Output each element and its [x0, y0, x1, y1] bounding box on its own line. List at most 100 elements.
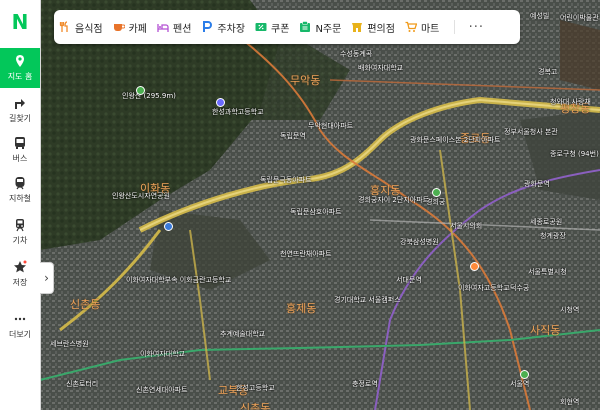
sidebar-item-label: 기차 — [12, 236, 28, 245]
sidebar-item-more[interactable]: 더보기 — [0, 306, 40, 346]
place-label: 인왕산도시자연공원 — [112, 192, 170, 200]
place-label: 충정로역 — [352, 380, 378, 388]
place-label: 청계광장 — [540, 232, 566, 240]
place-label: 독립문극동아파트 — [260, 176, 312, 184]
category-mart[interactable]: 마트 — [400, 10, 444, 44]
poi-pin[interactable] — [520, 370, 529, 379]
toolbar-divider — [454, 20, 456, 34]
place-label: 경희궁자이 2단지아파트 — [358, 196, 430, 204]
category-label: 주차장 — [217, 23, 246, 35]
sidebar-item-label: 저장 — [12, 278, 28, 287]
sidebar-item-subway[interactable]: 지하철 — [0, 170, 40, 210]
place-label: 회현역 — [560, 398, 580, 406]
area-label: 신촌동 — [70, 298, 101, 311]
parking-icon — [201, 21, 213, 33]
poi-pin[interactable] — [164, 222, 173, 231]
place-label: 광화문역 — [524, 180, 550, 188]
panel-toggle-button[interactable]: › — [40, 262, 54, 294]
place-label: 광화문스페이스본 2단지아파트 — [410, 136, 501, 144]
bed-icon — [157, 21, 169, 33]
cafe-icon — [113, 21, 125, 33]
place-label: 서울역 — [510, 380, 530, 388]
poi-pin[interactable] — [216, 98, 225, 107]
order-icon — [299, 21, 311, 33]
area-label: 무악동 — [290, 74, 321, 87]
sidebar-item-label: 버스 — [12, 154, 28, 163]
place-label: 종로구청 (94번) — [550, 150, 599, 158]
category-convenience-store[interactable]: 편의점 — [346, 10, 400, 44]
category-label: 쿠폰 — [271, 23, 290, 35]
place-label: 시청역 — [560, 306, 580, 314]
category-label: 카페 — [128, 23, 148, 35]
area-label: 신촌동 — [240, 402, 271, 410]
place-label: 덕수궁 — [510, 284, 530, 292]
place-label: 세브란스병원 — [50, 340, 89, 348]
convenience-store-icon — [351, 21, 363, 33]
place-label: 세종로공원 — [530, 218, 563, 226]
place-label: 한성과학고등학교 — [212, 108, 264, 116]
place-label: 이화여자대학부속 이화금란고등학교 — [126, 276, 232, 284]
star-icon — [13, 260, 27, 274]
place-label: 한성고등학교 — [236, 384, 275, 392]
place-label: 무악현대아파트 — [308, 122, 354, 130]
place-label: 서울특별시청 — [528, 268, 567, 276]
cart-icon — [405, 21, 417, 33]
sidebar-item-saved[interactable]: 저장 — [0, 254, 40, 294]
sidebar-item-label: 지도 홈 — [7, 72, 33, 81]
sidebar-item-label: 지하철 — [8, 194, 32, 203]
poi-pin[interactable] — [136, 86, 145, 95]
category-n-order[interactable]: N주문 — [294, 10, 346, 44]
place-label: 경복고 — [538, 68, 558, 76]
category-cafe[interactable]: 카페 — [108, 10, 152, 44]
place-label: 신촌로터리 — [66, 380, 99, 388]
place-label: 인왕산 (295.9m) — [122, 92, 176, 100]
place-label: 천연뜨란채아파트 — [280, 250, 332, 258]
place-label: 예성빌 — [530, 12, 550, 20]
category-label: 마트 — [420, 23, 440, 35]
bus-icon — [13, 136, 27, 150]
location-pin-icon — [13, 54, 27, 68]
category-pension[interactable]: 펜션 — [152, 10, 196, 44]
sidebar-item-label: 더보기 — [8, 330, 32, 339]
directions-arrow-icon — [13, 96, 27, 110]
category-restaurant[interactable]: 음식점 — [54, 10, 108, 44]
category-label: 편의점 — [367, 23, 395, 35]
naver-logo[interactable]: N — [0, 0, 40, 44]
train-icon — [13, 218, 27, 232]
place-label: 이화여자고등학교 — [458, 284, 510, 292]
sidebar-item-label: 길찾기 — [8, 114, 32, 123]
place-label: 독립문삼호아파트 — [290, 208, 342, 216]
area-label: 사직동 — [530, 324, 561, 337]
place-label: 이화여자대학교 — [140, 350, 186, 358]
more-categories-button[interactable]: ··· — [461, 10, 491, 44]
chevron-right-icon: › — [44, 271, 49, 285]
area-label: 홍제동 — [286, 302, 317, 315]
place-label: 서울시의회 — [450, 222, 483, 230]
category-label: 음식점 — [75, 23, 103, 35]
place-label: 정부서울청사 본관 — [504, 128, 558, 136]
sidebar-item-directions[interactable]: 길찾기 — [0, 90, 40, 130]
place-label: 독립문역 — [280, 132, 306, 140]
place-label: 배화여자대학교 — [358, 64, 404, 72]
category-label: 펜션 — [173, 23, 192, 35]
category-toolbar: 음식점 카페 펜션 주차장 쿠폰 N주문 편의점 마트 ··· — [54, 10, 520, 44]
poi-pin[interactable] — [432, 188, 441, 197]
satellite-map[interactable]: 무악동 신촌동 홍제동 신촌동 홍지동 평창동 종로동 사직동 교북동 이화동 … — [40, 0, 600, 410]
place-label: 수성동계곡 — [340, 50, 373, 58]
sidebar-item-train[interactable]: 기차 — [0, 212, 40, 252]
place-label: 어린이박물관 — [560, 14, 599, 22]
place-label: 신촌연세대아파트 — [136, 386, 188, 394]
category-coupon[interactable]: 쿠폰 — [250, 10, 294, 44]
sidebar-item-map-home[interactable]: 지도 홈 — [0, 48, 40, 88]
category-label: N주문 — [315, 23, 342, 35]
place-label: 경기대학교 서울캠퍼스 — [334, 296, 401, 304]
place-label: 추계예술대학교 — [220, 330, 266, 338]
place-label: 강북삼성병원 — [400, 238, 439, 246]
coupon-icon — [255, 21, 267, 33]
category-parking[interactable]: 주차장 — [196, 10, 250, 44]
restaurant-icon — [59, 21, 71, 33]
sidebar: N 지도 홈 길찾기 버스 지하철 기차 저장 더보기 — [0, 0, 41, 410]
place-label: 청와대 사랑채 — [550, 98, 591, 106]
poi-pin[interactable] — [470, 262, 479, 271]
sidebar-item-bus[interactable]: 버스 — [0, 130, 40, 170]
